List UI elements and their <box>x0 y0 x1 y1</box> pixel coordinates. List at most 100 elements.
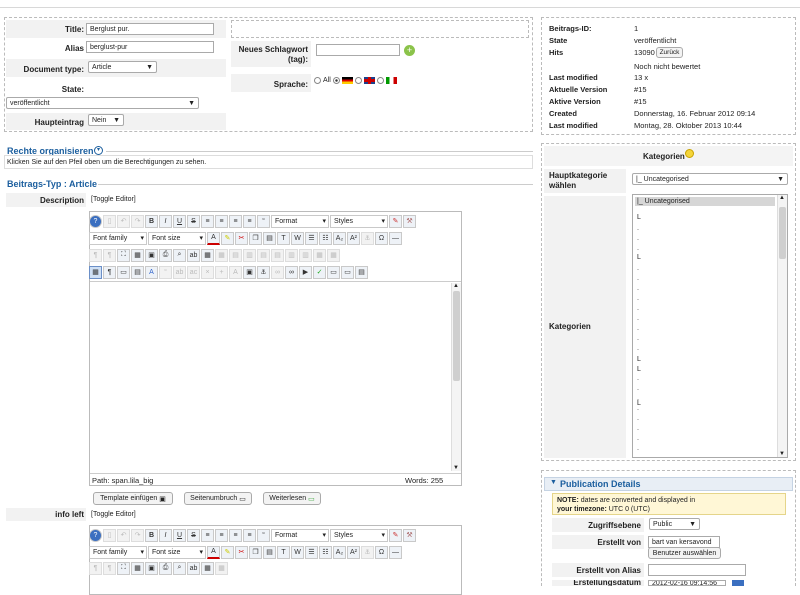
visual-aid-icon[interactable]: ▦ <box>89 265 102 279</box>
font-size-select-2[interactable]: Font size ▾ <box>148 545 206 559</box>
kategorien-listbox[interactable]: |_ Uncategorised -----------------------… <box>632 194 788 458</box>
rtl-icon[interactable]: ¶ <box>103 248 116 262</box>
bullet-list-icon[interactable]: ☰ <box>305 545 318 559</box>
ltr-icon[interactable]: ¶ <box>89 561 102 575</box>
cite-icon[interactable]: “ <box>159 265 172 279</box>
numbered-list-icon[interactable]: ☷ <box>319 545 332 559</box>
strikethrough-icon[interactable]: S <box>187 214 200 228</box>
code-icon[interactable]: ▤ <box>355 265 368 279</box>
readmore-icon[interactable]: ▭ <box>341 265 354 279</box>
show-blocks-icon[interactable]: ¶ <box>103 265 116 279</box>
superscript-icon[interactable]: A² <box>347 231 360 245</box>
text-color-icon[interactable]: A <box>207 231 220 245</box>
cleanup-icon[interactable]: ⚒ <box>403 528 416 542</box>
scroll-down-icon[interactable]: ▼ <box>779 451 785 457</box>
table-props-icon[interactable]: ▦ <box>215 561 228 575</box>
row-props-icon[interactable]: ▤ <box>229 248 242 262</box>
align-right-icon[interactable]: ≡ <box>243 214 256 228</box>
subscript-icon[interactable]: A₂ <box>333 231 346 245</box>
state-select[interactable]: veröffentlicht ▼ <box>6 97 199 109</box>
radio-en[interactable] <box>354 77 362 84</box>
undo-icon[interactable]: ↶ <box>117 214 130 228</box>
subscript-icon[interactable]: A₂ <box>333 545 346 559</box>
font-size-select[interactable]: Font size ▾ <box>148 231 206 245</box>
format-select[interactable]: Format ▾ <box>271 214 329 228</box>
del-icon[interactable]: × <box>201 265 214 279</box>
listbox-scrollbar[interactable]: ▲ ▼ <box>777 195 787 457</box>
delete-row-icon[interactable]: ▤ <box>271 248 284 262</box>
italic-icon[interactable]: I <box>159 214 172 228</box>
insert-table-icon[interactable]: ▦ <box>201 561 214 575</box>
template-insert-button[interactable]: Template einfügen ▣ <box>93 492 173 505</box>
anchor-icon[interactable]: ⚓ <box>361 545 374 559</box>
split-cells-icon[interactable]: ▦ <box>313 248 326 262</box>
toggle-editor-link-2[interactable]: [Toggle Editor] <box>91 511 136 518</box>
anchor-icon[interactable]: ⚓ <box>361 231 374 245</box>
acronym-icon[interactable]: ac <box>187 265 200 279</box>
omega-icon[interactable]: Ω <box>375 545 388 559</box>
print-icon[interactable]: ⎙ <box>159 561 172 575</box>
styles-select-2[interactable]: Styles ▾ <box>330 528 388 542</box>
table-props-icon[interactable]: ▦ <box>215 248 228 262</box>
blockquote-icon[interactable]: “ <box>257 214 270 228</box>
anchor-insert-icon[interactable]: ⚓ <box>257 265 270 279</box>
attributes-icon[interactable]: A <box>145 265 158 279</box>
underline-icon[interactable]: U <box>173 528 186 542</box>
kategorien-selected-item[interactable]: |_ Uncategorised <box>635 197 775 206</box>
cut-icon[interactable]: ✂ <box>235 545 248 559</box>
spellcheck-icon[interactable]: ✓ <box>313 265 326 279</box>
superscript-icon[interactable]: A² <box>347 545 360 559</box>
font-family-select[interactable]: Font family ▾ <box>89 231 147 245</box>
preview-icon[interactable]: ▣ <box>145 561 158 575</box>
blockquote-icon[interactable]: “ <box>257 528 270 542</box>
print-icon[interactable]: ⎙ <box>159 248 172 262</box>
redo-icon[interactable]: ↷ <box>131 214 144 228</box>
zugriff-select[interactable]: Public ▼ <box>649 518 700 530</box>
new-document-icon[interactable]: ▯ <box>103 528 116 542</box>
find-icon[interactable]: ⌕ <box>173 248 186 262</box>
select-user-button[interactable]: Benutzer auswählen <box>648 547 721 559</box>
italic-icon[interactable]: I <box>159 528 172 542</box>
fullscreen-icon[interactable]: ⛶ <box>117 248 130 262</box>
paste-text-icon[interactable]: T <box>277 545 290 559</box>
cell-props-icon[interactable]: ▥ <box>243 248 256 262</box>
styles-select[interactable]: Styles ▾ <box>330 214 388 228</box>
readmore-button[interactable]: Weiterlesen ▭ <box>263 492 321 505</box>
format-select-2[interactable]: Format ▾ <box>271 528 329 542</box>
publication-title[interactable]: Publication Details <box>560 479 641 489</box>
scroll-up-icon[interactable]: ▲ <box>779 195 785 201</box>
doctype-select[interactable]: Article ▼ <box>88 61 157 73</box>
hauptkategorie-select[interactable]: |_ Uncategorised ▼ <box>632 173 788 185</box>
scrollbar-thumb[interactable] <box>779 207 786 259</box>
fullscreen-icon[interactable]: ⛶ <box>117 561 130 575</box>
template-icon[interactable]: ▦ <box>131 561 144 575</box>
ltr-icon[interactable]: ¶ <box>89 248 102 262</box>
eraser-icon[interactable]: ✎ <box>389 528 402 542</box>
collapse-arrow-icon[interactable]: ▼ <box>550 479 557 486</box>
ins-icon[interactable]: + <box>215 265 228 279</box>
cleanup-icon[interactable]: ⚒ <box>403 214 416 228</box>
highlight-icon[interactable]: ✎ <box>221 231 234 245</box>
align-right-icon[interactable]: ≡ <box>243 528 256 542</box>
text-color-icon[interactable]: A <box>207 545 220 559</box>
scroll-down-icon[interactable]: ▼ <box>453 465 459 471</box>
style-icon[interactable]: ▤ <box>131 265 144 279</box>
cut-icon[interactable]: ✂ <box>235 231 248 245</box>
font-family-select-2[interactable]: Font family ▾ <box>89 545 147 559</box>
scroll-up-icon[interactable]: ▲ <box>453 283 459 289</box>
numbered-list-icon[interactable]: ☷ <box>319 231 332 245</box>
haupteintrag-select[interactable]: Nein ▼ <box>88 114 124 126</box>
paste-text-icon[interactable]: T <box>277 231 290 245</box>
alias-input[interactable]: berglust-pur <box>86 41 214 53</box>
align-justify-icon[interactable]: ≡ <box>201 528 214 542</box>
copy-icon[interactable]: ❐ <box>249 231 262 245</box>
toggle-editor-link[interactable]: [Toggle Editor] <box>91 196 136 203</box>
paste-icon[interactable]: ▤ <box>263 231 276 245</box>
insert-col-icon[interactable]: ▥ <box>285 248 298 262</box>
paste-word-icon[interactable]: W <box>291 231 304 245</box>
template-icon[interactable]: ▦ <box>131 248 144 262</box>
editor-scrollbar[interactable]: ▲ ▼ <box>451 283 461 471</box>
reset-hits-button[interactable]: Zurück <box>656 47 683 58</box>
replace-icon[interactable]: ab <box>187 248 200 262</box>
radio-all[interactable] <box>314 77 321 84</box>
